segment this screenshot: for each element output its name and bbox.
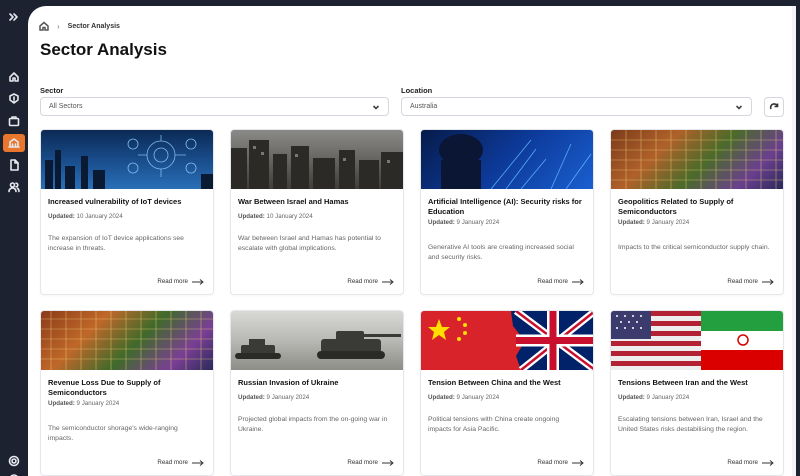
card-semiconductors-geopolitics[interactable]: Geopolitics Related to Supply of Semicon… xyxy=(610,129,784,295)
location-label: Location xyxy=(401,86,433,95)
main-panel: › Sector Analysis Sector Analysis Sector… xyxy=(28,6,796,476)
arrow-right-icon xyxy=(762,459,774,466)
briefcase-icon[interactable] xyxy=(3,112,25,130)
card-description: Generative AI tools are creating increas… xyxy=(428,244,574,261)
card-title: Tension Between China and the West xyxy=(428,378,561,387)
read-more-link[interactable]: Read more xyxy=(347,278,394,285)
arrow-right-icon xyxy=(762,278,774,285)
refresh-button[interactable] xyxy=(764,97,784,117)
card-ai-education[interactable]: Artificial Intelligence (AI): Security r… xyxy=(420,129,594,295)
sector-select[interactable]: All Sectors xyxy=(40,97,389,116)
arrow-right-icon xyxy=(192,278,204,285)
expand-icon[interactable] xyxy=(3,8,25,26)
refresh-icon xyxy=(769,103,779,110)
card-title: War Between Israel and Hamas xyxy=(238,197,349,206)
card-title: Tensions Between Iran and the West xyxy=(618,378,748,387)
home-icon[interactable] xyxy=(3,68,25,86)
location-select-value: Australia xyxy=(410,103,438,110)
card-image xyxy=(421,311,593,370)
card-image xyxy=(231,130,403,189)
card-iran-west[interactable]: Tensions Between Iran and the West Updat… xyxy=(610,310,784,476)
card-title: Russian Invasion of Ukraine xyxy=(238,378,339,387)
card-iot[interactable]: Increased vulnerability of IoT devices U… xyxy=(40,129,214,295)
arrow-right-icon xyxy=(382,278,394,285)
settings-icon[interactable] xyxy=(3,452,25,470)
card-image xyxy=(231,311,403,370)
document-icon[interactable] xyxy=(3,156,25,174)
card-image xyxy=(611,130,783,189)
sector-select-value: All Sectors xyxy=(49,103,83,110)
card-updated: Updated: 10 January 2024 xyxy=(48,213,123,220)
location-select[interactable]: Australia xyxy=(401,97,752,116)
chevron-down-icon xyxy=(372,104,380,110)
card-description: Impacts to the critical semiconductor su… xyxy=(618,244,770,251)
card-updated: Updated: 10 January 2024 xyxy=(238,213,313,220)
users-icon[interactable] xyxy=(3,178,25,196)
card-description: Escalating tensions between Iran, Israel… xyxy=(618,416,763,433)
arrow-right-icon xyxy=(192,459,204,466)
breadcrumb-current: Sector Analysis xyxy=(67,22,120,30)
arrow-right-icon xyxy=(572,459,584,466)
card-description: The semiconductor shorage's wide-ranging… xyxy=(48,425,178,442)
card-description: War between Israel and Hamas has potenti… xyxy=(238,235,381,252)
logout-icon[interactable] xyxy=(3,470,25,476)
read-more-link[interactable]: Read more xyxy=(537,278,584,285)
read-more-link[interactable]: Read more xyxy=(157,459,204,466)
card-title: Geopolitics Related to Supply of Semicon… xyxy=(618,197,734,216)
building-icon[interactable] xyxy=(3,134,25,152)
alert-icon[interactable] xyxy=(3,90,25,108)
breadcrumb: › Sector Analysis xyxy=(39,21,120,31)
card-israel-hamas[interactable]: War Between Israel and Hamas Updated: 10… xyxy=(230,129,404,295)
card-updated: Updated: 9 January 2024 xyxy=(428,219,500,226)
sidebar xyxy=(0,0,28,476)
card-image xyxy=(421,130,593,189)
read-more-link[interactable]: Read more xyxy=(157,278,204,285)
home-icon[interactable] xyxy=(39,21,49,31)
arrow-right-icon xyxy=(382,459,394,466)
sector-label: Sector xyxy=(40,86,64,95)
card-russia-ukraine[interactable]: Russian Invasion of Ukraine Updated: 9 J… xyxy=(230,310,404,476)
card-title: Artificial Intelligence (AI): Security r… xyxy=(428,197,582,216)
card-updated: Updated: 9 January 2024 xyxy=(48,400,120,407)
card-title: Revenue Loss Due to Supply of Semiconduc… xyxy=(48,378,161,397)
card-updated: Updated: 9 January 2024 xyxy=(238,394,310,401)
arrow-right-icon xyxy=(572,278,584,285)
chevron-down-icon xyxy=(735,104,743,110)
card-description: The expansion of IoT device applications… xyxy=(48,235,184,252)
card-image xyxy=(611,311,783,370)
scrollbar[interactable] xyxy=(792,6,796,476)
read-more-link[interactable]: Read more xyxy=(727,278,774,285)
card-title: Increased vulnerability of IoT devices xyxy=(48,197,182,206)
card-updated: Updated: 9 January 2024 xyxy=(428,394,500,401)
read-more-link[interactable]: Read more xyxy=(347,459,394,466)
chevron-right-icon: › xyxy=(57,21,60,31)
page-title: Sector Analysis xyxy=(40,40,167,59)
card-description: Projected global impacts from the on-goi… xyxy=(238,416,388,433)
read-more-link[interactable]: Read more xyxy=(537,459,584,466)
card-updated: Updated: 9 January 2024 xyxy=(618,219,690,226)
card-china-west[interactable]: Tension Between China and the West Updat… xyxy=(420,310,594,476)
card-updated: Updated: 9 January 2024 xyxy=(618,394,690,401)
card-image xyxy=(41,130,213,189)
read-more-link[interactable]: Read more xyxy=(727,459,774,466)
card-description: Political tensions with China create ong… xyxy=(428,416,560,433)
card-semiconductors-revenue[interactable]: Revenue Loss Due to Supply of Semiconduc… xyxy=(40,310,214,476)
card-image xyxy=(41,311,213,370)
